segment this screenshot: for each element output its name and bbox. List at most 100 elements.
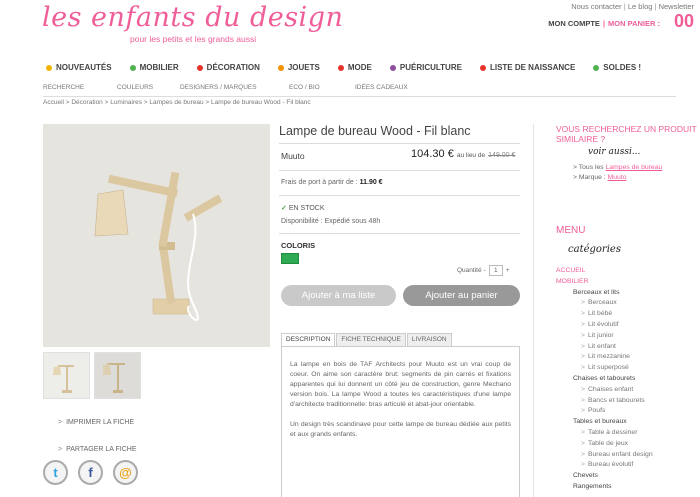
menu-item[interactable]: Tables et bureaux — [573, 417, 700, 428]
add-to-list-button[interactable]: Ajouter à ma liste — [281, 285, 396, 306]
subnav-recherche[interactable]: RECHERCHE — [43, 84, 84, 91]
nav-label: SOLDES ! — [603, 63, 642, 72]
menu-item[interactable]: > Lit enfant — [581, 342, 700, 353]
quantity-plus[interactable]: + — [506, 267, 510, 274]
bullet-icon — [593, 64, 600, 71]
similar-links: > Tous les Lampes de bureau > Marque : M… — [573, 163, 700, 183]
nav-item-jouets[interactable]: JOUETS — [277, 63, 320, 72]
bullet-icon — [46, 64, 52, 71]
breadcrumb[interactable]: Accueil > Décoration > Luminaires > Lamp… — [43, 99, 311, 106]
separator: | — [602, 19, 606, 28]
top-links: Nous contacter | Le blog | Newsletter — [571, 2, 694, 11]
product-brand[interactable]: Muuto — [281, 151, 305, 161]
shipping-value: 11.90 € — [359, 179, 383, 186]
account-link[interactable]: MON COMPTE — [548, 19, 600, 28]
add-to-cart-button[interactable]: Ajouter au panier — [403, 285, 520, 306]
menu-item[interactable]: Berceaux et lits — [573, 288, 700, 299]
nav-label: JOUETS — [287, 63, 320, 72]
divider — [279, 233, 520, 234]
chevron-right-icon: > — [581, 331, 585, 339]
menu-item[interactable]: > Berceaux — [581, 298, 700, 309]
chevron-right-icon: > — [581, 396, 585, 404]
column-divider — [533, 124, 534, 497]
subnav-couleurs[interactable]: COULEURS — [117, 84, 153, 91]
print-link[interactable]: > IMPRIMER LA FICHE — [58, 419, 137, 426]
menu-item[interactable]: > Lit évolutif — [581, 320, 700, 331]
logo-text: les enfants du design — [42, 2, 344, 33]
nav-item-mode[interactable]: MODE — [337, 63, 372, 72]
menu-item[interactable]: > Lit superposé — [581, 363, 700, 374]
main-nav: NOUVEAUTÉS MOBILIER DÉCORATION JOUETS MO… — [46, 63, 659, 72]
description-panel: La lampe en bois de TAF Architects pour … — [281, 346, 520, 497]
thumbnail-2[interactable] — [94, 352, 141, 399]
menu-item-label: Lit superposé — [587, 364, 629, 372]
subnav-eco-bio[interactable]: ECO / BIO — [289, 84, 320, 91]
brand-link[interactable]: Muuto — [608, 174, 627, 181]
nav-item-liste-de-naissance[interactable]: LISTE DE NAISSANCE — [479, 63, 575, 72]
chevron-right-icon: > — [581, 439, 585, 447]
chevron-right-icon: > — [581, 299, 585, 307]
tab-fiche-technique[interactable]: FICHE TECHNIQUE — [336, 333, 406, 346]
email-icon[interactable]: @ — [113, 460, 138, 485]
nav-item-puericulture[interactable]: PUÉRICULTURE — [389, 63, 462, 72]
share-label: PARTAGER LA FICHE — [66, 446, 137, 453]
product-price: 104.30 € au lieu de 149.00 € — [411, 148, 515, 160]
old-price: 149.00 € — [488, 152, 516, 159]
chevron-right-icon: > — [581, 428, 585, 436]
cart-count[interactable]: 00 — [674, 11, 694, 32]
product-image[interactable] — [43, 124, 270, 347]
quantity-stepper: Quantité - 1 + — [457, 265, 510, 276]
thumbnail-1[interactable] — [43, 352, 90, 399]
newsletter-link[interactable]: Newsletter — [659, 2, 694, 11]
subnav-idees-cadeaux[interactable]: IDÉES CADEAUX — [355, 84, 408, 91]
menu-item[interactable]: > Chaises enfant — [581, 385, 700, 396]
product-tabs: DESCRIPTION FICHE TECHNIQUE LIVRAISON — [281, 333, 453, 346]
divider — [279, 143, 520, 144]
menu-item-label: Bureau évolutif — [587, 461, 634, 469]
bullet-icon — [277, 64, 284, 71]
quantity-label: Quantité — [457, 267, 482, 274]
shipping-info: Frais de port à partir de : 11.90 € — [281, 179, 383, 186]
nav-item-decoration[interactable]: DÉCORATION — [196, 63, 260, 72]
see-all-row: > Tous les Lampes de bureau — [573, 163, 700, 173]
social-icons: t f @ — [43, 460, 138, 485]
menu-item[interactable]: > Table de jeux — [581, 439, 700, 450]
menu-item-label: Berceaux et lits — [573, 288, 620, 296]
menu-item[interactable]: > Bureau évolutif — [581, 460, 700, 471]
menu-item[interactable]: > Table à dessiner — [581, 428, 700, 439]
menu-item[interactable]: MOBILIER — [556, 277, 700, 288]
menu-item-label: ACCUEIL — [556, 267, 586, 274]
quantity-minus[interactable]: - — [484, 267, 486, 274]
facebook-icon[interactable]: f — [78, 460, 103, 485]
description-paragraph: La lampe en bois de TAF Architects pour … — [290, 361, 511, 408]
chevron-right-icon: > — [581, 450, 585, 458]
current-price: 104.30 € — [411, 148, 454, 160]
menu-item-label: Berceaux — [587, 299, 617, 307]
menu-item[interactable]: > Bureau enfant design — [581, 450, 700, 461]
menu-item[interactable]: > Lit bébé — [581, 309, 700, 320]
blog-link[interactable]: Le blog — [628, 2, 653, 11]
tab-livraison[interactable]: LIVRAISON — [406, 333, 452, 346]
menu-item[interactable]: Chaises et tabourets — [573, 374, 700, 385]
color-swatch[interactable] — [281, 253, 299, 264]
nav-item-mobilier[interactable]: MOBILIER — [129, 63, 179, 72]
menu-item-label: Lit bébé — [587, 310, 613, 318]
menu-item[interactable]: Rangements — [573, 482, 700, 493]
site-logo[interactable]: les enfants du design pour les petits et… — [42, 2, 344, 45]
contact-link[interactable]: Nous contacter — [571, 2, 621, 11]
menu-item[interactable]: > Lit mezzanine — [581, 352, 700, 363]
menu-item[interactable]: Chevets — [573, 471, 700, 482]
menu-item[interactable]: > Bancs et tabourets — [581, 396, 700, 407]
see-all-link[interactable]: Lampes de bureau — [606, 164, 663, 171]
menu-item[interactable]: ACCUEIL — [556, 266, 700, 277]
share-link[interactable]: > PARTAGER LA FICHE — [58, 446, 137, 453]
menu-item[interactable]: > Poufs — [581, 406, 700, 417]
nav-item-nouveautes[interactable]: NOUVEAUTÉS — [46, 63, 112, 72]
subnav-designers[interactable]: DESIGNERS / MARQUES — [180, 84, 257, 91]
nav-item-soldes[interactable]: SOLDES ! — [593, 63, 641, 72]
menu-item[interactable]: > Lit junior — [581, 331, 700, 342]
twitter-icon[interactable]: t — [43, 460, 68, 485]
tab-description[interactable]: DESCRIPTION — [281, 333, 336, 346]
cart-link[interactable]: MON PANIER : — [608, 19, 660, 28]
quantity-input[interactable]: 1 — [488, 265, 503, 276]
